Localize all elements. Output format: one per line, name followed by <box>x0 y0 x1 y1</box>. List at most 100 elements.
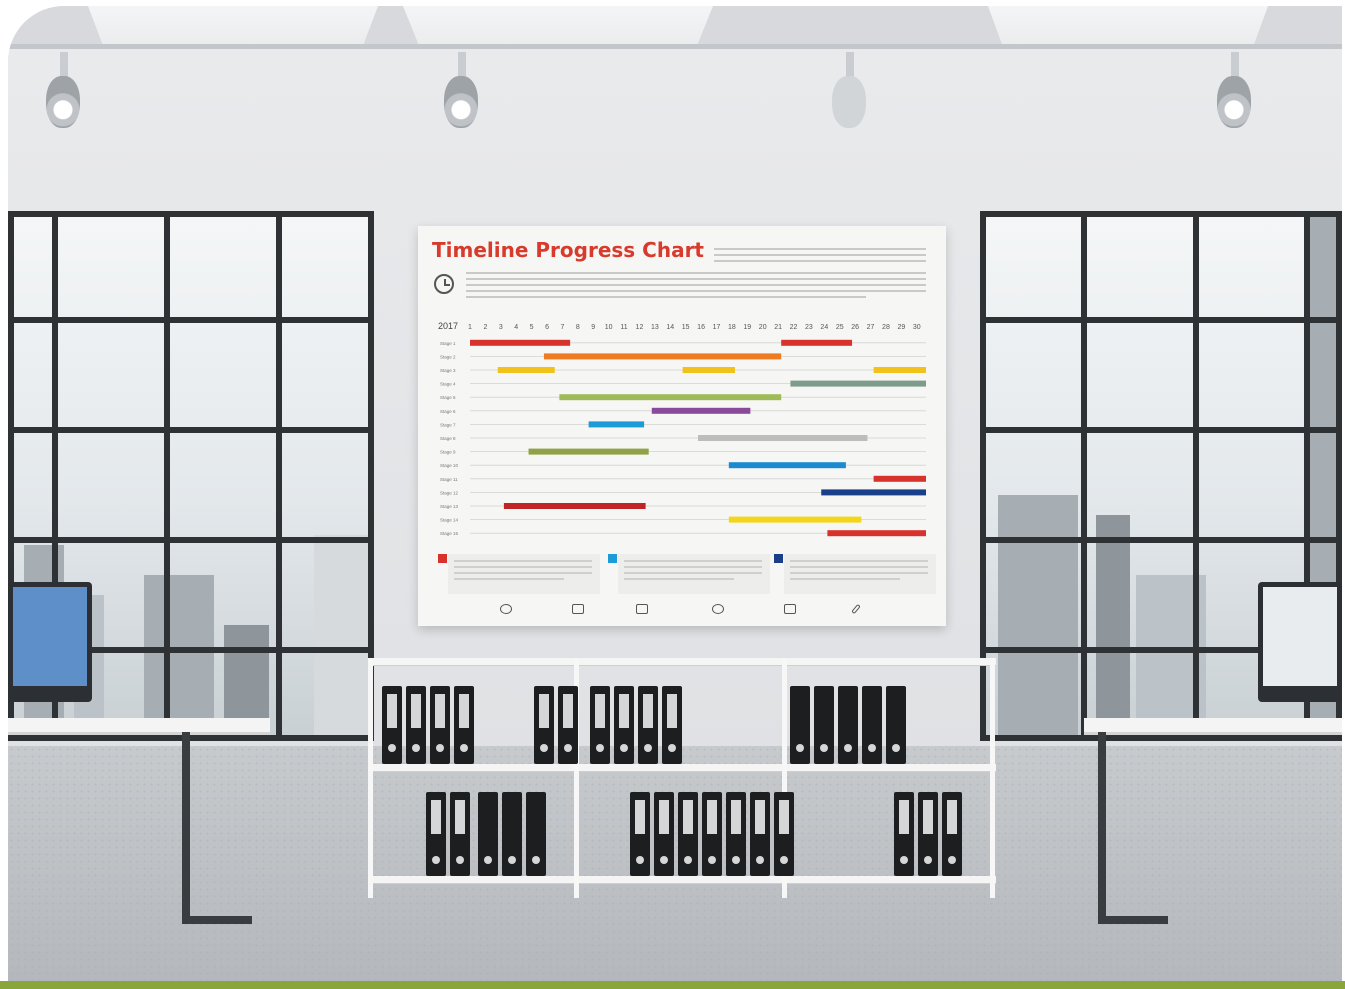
gantt-bar <box>543 353 782 360</box>
binder <box>662 686 682 764</box>
gantt-bar <box>559 394 782 401</box>
spotlight-icon <box>828 52 872 138</box>
spotlight-icon <box>1213 52 1257 138</box>
x-tick-label: 12 <box>636 324 644 331</box>
office-room: Timeline Progress Chart 2017 1 2 3 4 5 6 7 8 9 10… <box>8 6 1342 981</box>
binder <box>430 686 450 764</box>
desk-right <box>1084 718 1342 732</box>
gantt-bar <box>728 516 862 523</box>
binder <box>942 792 962 876</box>
binder <box>638 686 658 764</box>
binder <box>894 792 914 876</box>
truck-pictogram-icon <box>636 604 648 614</box>
x-tick-label: 1 <box>468 324 472 331</box>
binder <box>590 686 610 764</box>
row-label: Stage 10 <box>440 463 459 468</box>
row-label: Stage 12 <box>440 490 459 495</box>
megaphone-pictogram-icon <box>784 604 796 614</box>
image-pictogram-icon <box>572 604 584 614</box>
bookshelf <box>368 658 996 898</box>
x-tick-label: 10 <box>605 324 613 331</box>
binder <box>406 686 426 764</box>
x-tick-label: 26 <box>851 324 859 331</box>
gantt-bar <box>790 380 926 387</box>
x-tick-label: 25 <box>836 324 844 331</box>
binder <box>678 792 698 876</box>
note-box <box>774 554 936 594</box>
monitor-left <box>8 582 92 702</box>
binder <box>450 792 470 876</box>
gantt-bar <box>682 367 735 373</box>
x-tick-label: 17 <box>713 324 721 331</box>
binder <box>918 792 938 876</box>
clock-icon <box>434 274 454 294</box>
row-label: Stage 7 <box>440 422 456 427</box>
binder <box>454 686 474 764</box>
gantt-bar <box>503 503 646 509</box>
spotlight-icon <box>440 52 484 138</box>
gantt-bar <box>588 421 645 428</box>
binder <box>614 686 634 764</box>
monitor-right <box>1258 582 1342 702</box>
poster-title: Timeline Progress Chart <box>432 238 704 262</box>
row-label: Stage 14 <box>440 518 459 523</box>
binder <box>750 792 770 876</box>
row-label: Stage 11 <box>440 477 458 482</box>
row-label: Stage 1 <box>440 341 456 346</box>
x-tick-label: 27 <box>867 324 875 331</box>
x-tick-label: 16 <box>697 324 705 331</box>
row-label: Stage 13 <box>440 504 459 509</box>
binder <box>630 792 650 876</box>
note-marker <box>774 554 783 563</box>
binder <box>862 686 882 764</box>
x-tick-label: 4 <box>514 324 518 331</box>
binder <box>654 792 674 876</box>
binder <box>726 792 746 876</box>
gantt-bar <box>873 367 926 373</box>
x-tick-label: 24 <box>820 324 828 331</box>
frame-accent-bar <box>0 981 1345 989</box>
gantt-bar <box>781 339 853 346</box>
eye-pictogram-icon <box>712 604 724 614</box>
x-tick-label: 28 <box>882 324 890 331</box>
gantt-bar <box>821 489 926 496</box>
binder <box>534 686 554 764</box>
row-label: Stage 6 <box>440 409 456 414</box>
binder <box>886 686 906 764</box>
office-scene: Timeline Progress Chart 2017 1 2 3 4 5 6 7 8 9 10… <box>0 0 1345 989</box>
x-tick-label: 20 <box>759 324 767 331</box>
binder <box>814 686 834 764</box>
pen-pictogram-icon <box>851 603 861 615</box>
row-label: Stage 4 <box>440 382 456 387</box>
note-box <box>608 554 770 594</box>
x-tick-label: 19 <box>743 324 751 331</box>
x-tick-label: 18 <box>728 324 736 331</box>
x-tick-label: 22 <box>790 324 798 331</box>
row-label: Stage 15 <box>440 531 459 536</box>
binder <box>526 792 546 876</box>
row-label: Stage 3 <box>440 368 456 373</box>
row-label: Stage 8 <box>440 436 456 441</box>
binder <box>478 792 498 876</box>
binder <box>790 686 810 764</box>
x-tick-label: 30 <box>913 324 921 331</box>
x-tick-label: 15 <box>682 324 690 331</box>
gantt-bar <box>873 475 926 482</box>
x-tick-label: 23 <box>805 324 813 331</box>
x-tick-label: 21 <box>774 324 782 331</box>
x-tick-label: 9 <box>591 324 595 331</box>
gantt-bar <box>728 462 846 469</box>
chart-pictogram-icon <box>500 604 512 614</box>
note-marker <box>608 554 617 563</box>
gantt-bar <box>698 435 868 441</box>
note-box <box>438 554 600 594</box>
row-label: Stage 9 <box>440 450 456 455</box>
binder <box>382 686 402 764</box>
x-tick-label: 2 <box>483 324 487 331</box>
timeline-poster: Timeline Progress Chart 2017 1 2 3 4 5 6 7 8 9 10… <box>418 226 946 626</box>
binder <box>838 686 858 764</box>
note-marker <box>438 554 447 563</box>
gantt-bar <box>651 407 751 414</box>
spotlight-icon <box>42 52 86 138</box>
x-tick-label: 11 <box>620 324 627 331</box>
